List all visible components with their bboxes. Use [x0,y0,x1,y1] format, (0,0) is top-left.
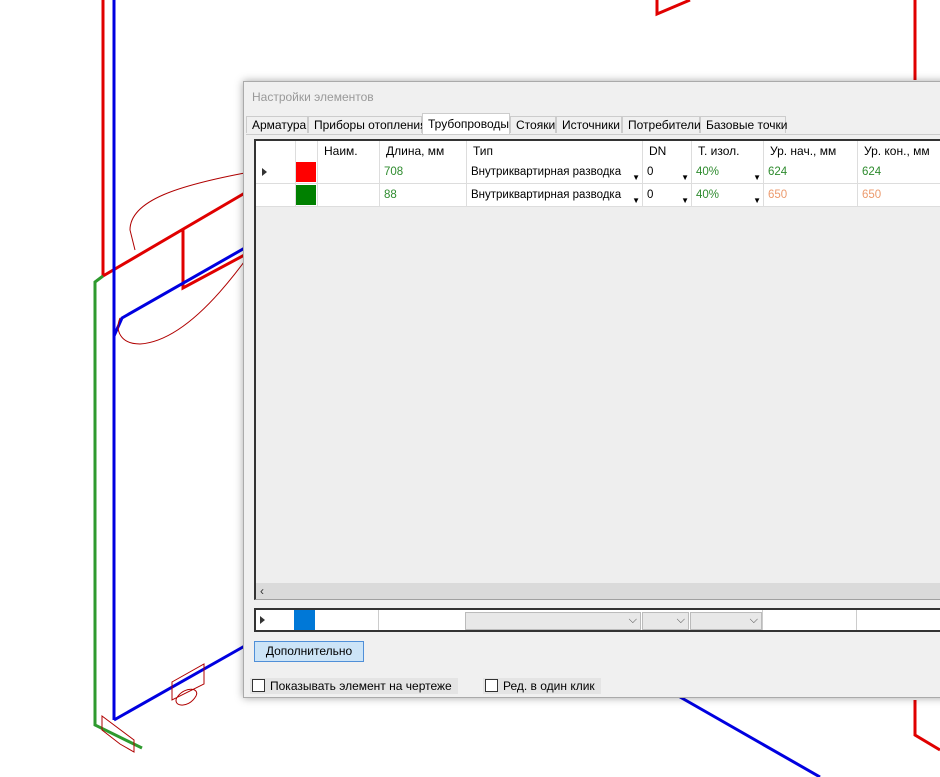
level-end-cell[interactable]: 650 [858,184,940,206]
insulation-select[interactable]: 40% ▼ [692,184,764,206]
new-insulation-select[interactable]: ⌵ [690,612,762,630]
color-swatch[interactable] [296,162,316,182]
color-swatch[interactable] [296,185,316,205]
dropdown-arrow-icon[interactable]: ▼ [681,167,689,183]
chevron-down-icon: ⌵ [676,614,685,626]
table-row[interactable]: 88 Внутриквартирная разводка ▼ 0 ▼ 40% ▼ 65… [256,184,940,207]
header-level-start[interactable]: Ур. нач., мм [764,141,858,161]
chevron-down-icon: ⌵ [749,614,758,626]
name-cell[interactable] [318,161,380,183]
scroll-left-icon[interactable]: ‹ [260,583,264,599]
header-length[interactable]: Длина, мм [380,141,467,161]
header-dn[interactable]: DN [643,141,692,161]
more-button[interactable]: Дополнительно [254,641,364,662]
new-type-select[interactable]: ⌵ [465,612,641,630]
header-level-end[interactable]: Ур. кон., мм [858,141,940,161]
name-cell[interactable] [318,184,380,206]
type-value: Внутриквартирная разводка [471,189,622,201]
edit-one-click-checkbox[interactable]: Ред. в один клик [483,678,601,694]
new-row-editor[interactable]: ⌵ ⌵ ⌵ [254,608,940,632]
leader-line-1 [129,171,251,251]
level-start-cell[interactable]: 650 [764,184,858,206]
checkbox-box[interactable] [252,679,265,692]
table-row[interactable]: 708 Внутриквартирная разводка ▼ 0 ▼ 40% ▼ 6… [256,161,940,184]
dropdown-arrow-icon[interactable]: ▼ [681,190,689,206]
pipe-red-lower [181,230,251,291]
dropdown-arrow-icon[interactable]: ▼ [753,190,761,206]
divider [378,610,379,630]
tab-consumers[interactable]: Потребители [622,116,701,133]
header-name[interactable]: Наим. [318,141,380,161]
tab-armatura[interactable]: Арматура [246,116,308,133]
element-settings-dialog: Настройки элементов Арматура Приборы ото… [243,81,940,698]
pipe-blue-bottom [679,695,821,777]
insulation-select[interactable]: 40% ▼ [692,161,764,183]
length-cell[interactable]: 88 [380,184,467,206]
horizontal-scrollbar[interactable]: ‹ [256,583,940,599]
type-value: Внутриквартирная разводка [471,166,622,178]
pipe-red-bottom-right [913,700,940,752]
new-dn-select[interactable]: ⌵ [642,612,689,630]
pipelines-grid[interactable]: Наим. Длина, мм Тип DN Т. изол. Ур. нач.… [254,139,940,600]
dropdown-arrow-icon[interactable]: ▼ [753,167,761,183]
tab-sources[interactable]: Источники [556,116,622,133]
row-pointer-icon [260,616,265,624]
show-on-drawing-label: Показывать элемент на чертеже [270,679,452,693]
dialog-title: Настройки элементов [252,90,374,104]
level-end-cell[interactable]: 624 [858,161,940,183]
type-select[interactable]: Внутриквартирная разводка ▼ [467,184,643,206]
header-type[interactable]: Тип [467,141,643,161]
pipe-blue-lower [113,641,251,722]
type-select[interactable]: Внутриквартирная разводка ▼ [467,161,643,183]
dn-select[interactable]: 0 ▼ [643,161,692,183]
header-rowmark [256,141,296,161]
checkbox-box[interactable] [485,679,498,692]
header-color [296,141,318,161]
tab-pipelines[interactable]: Трубопроводы [422,113,510,134]
pipe-green [93,274,143,750]
chevron-down-icon: ⌵ [628,614,637,626]
show-on-drawing-checkbox[interactable]: Показывать элемент на чертеже [250,678,458,694]
level-start-cell[interactable]: 624 [764,161,858,183]
length-cell[interactable]: 708 [380,161,467,183]
divider [762,610,763,630]
tab-risers[interactable]: Стояки [510,116,556,133]
dn-select[interactable]: 0 ▼ [643,184,692,206]
dropdown-arrow-icon[interactable]: ▼ [632,167,640,183]
insulation-value: 40% [696,189,720,201]
header-insulation[interactable]: Т. изол. [692,141,764,161]
dn-value: 0 [647,166,654,178]
row-marker[interactable] [256,161,296,183]
tab-base-points[interactable]: Базовые точки [700,116,787,133]
insulation-value: 40% [696,166,720,178]
new-color-swatch[interactable] [294,610,315,630]
row-marker[interactable] [256,184,296,206]
valve-symbol-2 [101,715,135,753]
divider [856,610,857,630]
tab-heating-devices[interactable]: Приборы отопления [308,116,427,133]
dropdown-arrow-icon[interactable]: ▼ [632,190,640,206]
row-pointer-icon [262,168,267,176]
edit-one-click-label: Ред. в один клик [503,679,595,693]
dn-value: 0 [647,189,654,201]
color-cell[interactable] [296,184,318,206]
pipe-red-top [655,0,691,17]
grid-header: Наим. Длина, мм Тип DN Т. изол. Ур. нач.… [256,141,940,161]
color-cell[interactable] [296,161,318,183]
tab-bar: Арматура Приборы отопления Трубопроводы … [246,113,940,135]
